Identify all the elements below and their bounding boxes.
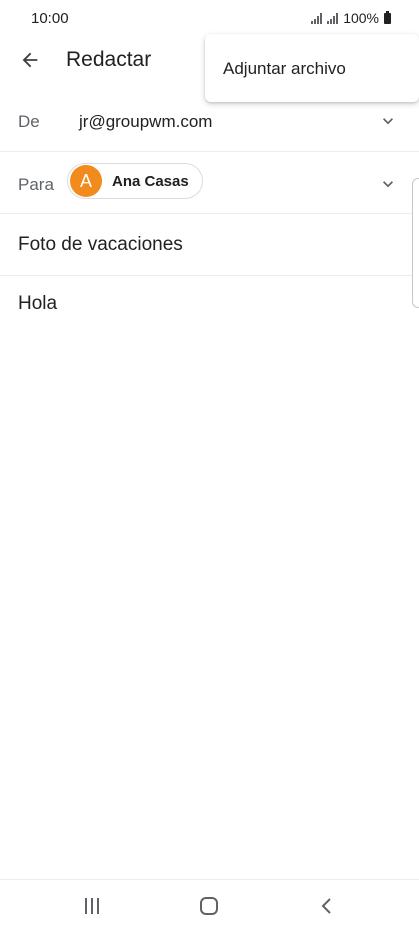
home-icon — [200, 897, 218, 915]
chevron-down-icon — [383, 181, 393, 188]
compose-screen: 10:00 100% Redactar Adjuntar archivo De … — [0, 0, 419, 931]
recent-apps-icon — [85, 898, 99, 914]
back-icon — [321, 898, 331, 914]
body-field[interactable]: Hola — [18, 293, 57, 315]
from-label: De — [18, 112, 40, 131]
signal-icon — [311, 12, 323, 24]
subject-row: Foto de vacaciones — [0, 214, 419, 276]
back-button[interactable] — [16, 46, 44, 74]
nav-back-button[interactable] — [315, 894, 339, 918]
status-bar: 10:00 100% — [0, 0, 419, 36]
menu-item-attach-file[interactable]: Adjuntar archivo — [223, 59, 346, 79]
recent-apps-button[interactable] — [80, 894, 104, 918]
battery-icon — [384, 10, 391, 24]
to-label: Para — [18, 175, 54, 194]
arrow-left-icon — [22, 52, 38, 68]
page-title: Redactar — [66, 48, 152, 71]
recipient-name: Ana Casas — [112, 172, 189, 190]
to-expand-button[interactable] — [377, 173, 399, 195]
home-button[interactable] — [197, 894, 221, 918]
scroll-handle[interactable] — [412, 178, 419, 308]
status-time: 10:00 — [31, 10, 69, 27]
chevron-down-icon — [383, 118, 393, 125]
to-row: Para A Ana Casas — [0, 152, 419, 214]
overflow-menu: Adjuntar archivo — [205, 34, 419, 102]
status-indicators: 100% — [311, 10, 391, 26]
signal-icon — [327, 12, 339, 24]
from-account[interactable]: jr@groupwm.com — [79, 112, 212, 132]
system-nav-bar — [0, 879, 419, 931]
recipient-chip[interactable]: A Ana Casas — [67, 163, 203, 199]
avatar: A — [70, 165, 102, 197]
subject-field[interactable]: Foto de vacaciones — [18, 234, 183, 256]
battery-percent: 100% — [343, 10, 379, 26]
from-expand-button[interactable] — [377, 110, 399, 132]
